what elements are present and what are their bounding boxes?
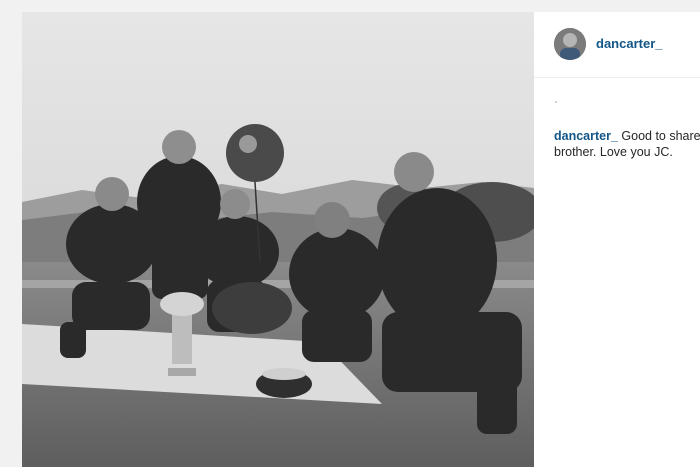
post-photo[interactable] <box>22 12 534 467</box>
post-header: dancarter_ <box>534 12 700 78</box>
photo-image <box>22 12 534 467</box>
separator-dot <box>555 101 557 103</box>
avatar-photo-icon <box>554 28 586 60</box>
post-sidebar: dancarter_ dancarter_ Good to share the … <box>534 12 700 467</box>
caption-username[interactable]: dancarter_ <box>554 129 618 143</box>
header-username[interactable]: dancarter_ <box>596 36 662 51</box>
post-caption: dancarter_ Good to share the brother. Lo… <box>554 128 700 160</box>
user-avatar[interactable] <box>554 28 586 60</box>
